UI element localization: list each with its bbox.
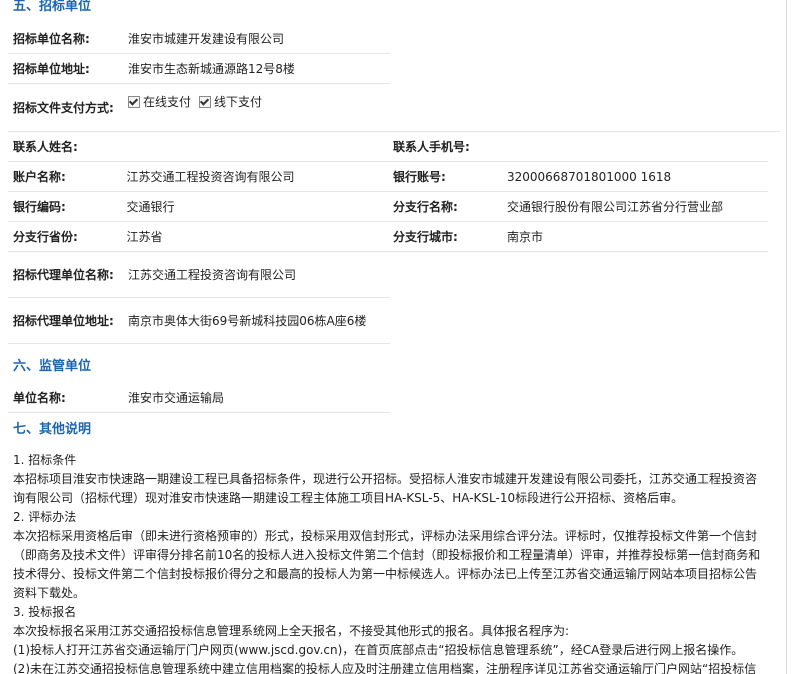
checkbox-checked-icon	[199, 95, 212, 108]
branch-province-cell: 分支行省份: 江苏省	[8, 228, 388, 246]
row-agent-name: 招标代理单位名称: 江苏交通工程投资咨询有限公司	[8, 252, 390, 298]
branch-name-cell: 分支行名称: 交通银行股份有限公司江苏省分行营业部	[388, 198, 723, 216]
desc-line: 1. 招标条件	[13, 453, 77, 467]
scrollbar-track[interactable]	[786, 0, 787, 674]
label-bank-code: 银行编码:	[13, 199, 66, 214]
label-tenderer-name: 招标单位名称:	[13, 31, 90, 46]
contact-phone-cell: 联系人手机号:	[388, 138, 507, 156]
value-account-no: 32000668701801000 1618	[507, 169, 672, 184]
label-account-name: 账户名称:	[13, 169, 66, 184]
section-title-tenderer: 五、招标单位	[13, 0, 92, 14]
desc-line: 本招标项目淮安市快速路一期建设工程已具备招标条件，现进行公开招标。受招标人淮安市…	[13, 472, 758, 486]
desc-line: 本次投标报名采用江苏交通招投标信息管理系统网上全天报名，不接受其他形式的报名。具…	[13, 624, 570, 638]
row-tenderer-name: 招标单位名称: 淮安市城建开发建设有限公司	[8, 24, 390, 54]
desc-line: 技术得分、投标文件第二个信封投标报价得分之和最高的投标人为第一中标候选人。评标办…	[13, 567, 758, 581]
checkbox-checked-icon	[128, 95, 140, 108]
online-pay-checkbox[interactable]: 在线支付	[128, 93, 191, 111]
label-supervisor-name: 单位名称:	[13, 390, 66, 405]
row-bank-code: 银行编码: 交通银行 分支行名称: 交通银行股份有限公司江苏省分行营业部	[8, 192, 768, 222]
section-title-supervisor: 六、监管单位	[13, 359, 92, 374]
row-contact: 联系人姓名: 联系人手机号:	[8, 132, 768, 162]
offline-pay-label: 线下支付	[214, 94, 263, 109]
label-tenderer-addr: 招标单位地址:	[13, 61, 90, 76]
notice-page: 五、招标单位 招标单位名称: 淮安市城建开发建设有限公司 招标单位地址: 淮安市…	[8, 0, 780, 674]
account-no-cell: 银行账号: 32000668701801000 1618	[388, 168, 671, 186]
row-agent-addr: 招标代理单位地址: 南京市奥体大街69号新城科技园06栋A座6楼	[8, 298, 390, 344]
row-branch-location: 分支行省份: 江苏省 分支行城市: 南京市	[8, 222, 768, 252]
desc-line: 询有限公司（招标代理）现对淮安市快速路一期建设工程主体施工项目HA-KSL-5、…	[13, 491, 684, 505]
label-branch-city: 分支行城市:	[393, 229, 458, 244]
value-tenderer-name: 淮安市城建开发建设有限公司	[128, 31, 285, 46]
row-account: 账户名称: 江苏交通工程投资咨询有限公司 银行账号: 3200066870180…	[8, 162, 768, 192]
value-bank-code: 交通银行	[126, 199, 175, 214]
account-name-cell: 账户名称: 江苏交通工程投资咨询有限公司	[8, 168, 388, 186]
label-pay-method: 招标文件支付方式:	[13, 100, 114, 115]
value-branch-province: 江苏省	[126, 229, 163, 244]
label-contact-phone: 联系人手机号:	[393, 139, 470, 154]
bank-code-cell: 银行编码: 交通银行	[8, 198, 388, 216]
contact-name-cell: 联系人姓名:	[8, 138, 388, 156]
label-agent-addr: 招标代理单位地址:	[13, 313, 114, 328]
desc-line: (1)投标人打开江苏省交通运输厅门户网页(www.jscd.gov.cn)，在首…	[13, 643, 744, 657]
desc-line: 资料下载处。	[13, 586, 86, 600]
value-agent-addr: 南京市奥体大街69号新城科技园06栋A座6楼	[128, 313, 367, 328]
value-supervisor-name: 淮安市交通运输局	[128, 390, 225, 405]
other-description: 1. 招标条件 本招标项目淮安市快速路一期建设工程已具备招标条件，现进行公开招标…	[8, 451, 780, 674]
desc-line: 本次招标采用资格后审（即未进行资格预审的）形式，投标采用双信封形式，评标办法采用…	[13, 529, 758, 543]
desc-line: (2)未在江苏交通招投标信息管理系统中建立信用档案的投标人应及时注册建立信用档案…	[13, 662, 757, 674]
label-branch-province: 分支行省份:	[13, 229, 78, 244]
row-tenderer-addr: 招标单位地址: 淮安市生态新城通源路12号8楼	[8, 54, 390, 84]
value-branch-name: 交通银行股份有限公司江苏省分行营业部	[507, 199, 724, 214]
label-contact-name: 联系人姓名:	[13, 139, 78, 154]
row-supervisor: 单位名称: 淮安市交通运输局	[8, 383, 390, 413]
desc-line: 3. 投标报名	[13, 605, 77, 619]
section-title-other: 七、其他说明	[13, 422, 92, 437]
desc-line: （即商务及技术文件）评审得分排名前10名的投标人进入投标文件第二个信封（即投标报…	[13, 548, 761, 562]
value-branch-city: 南京市	[507, 229, 544, 244]
value-agent-name: 江苏交通工程投资咨询有限公司	[128, 267, 297, 282]
label-account-no: 银行账号:	[393, 169, 446, 184]
label-agent-name: 招标代理单位名称:	[13, 267, 114, 282]
value-account-name: 江苏交通工程投资咨询有限公司	[126, 169, 295, 184]
label-branch-name: 分支行名称:	[393, 199, 458, 214]
pay-options: 在线支付 线下支付	[118, 93, 270, 111]
online-pay-label: 在线支付	[143, 94, 192, 109]
value-tenderer-addr: 淮安市生态新城通源路12号8楼	[128, 61, 295, 76]
branch-city-cell: 分支行城市: 南京市	[388, 228, 543, 246]
desc-line: 2. 评标办法	[13, 510, 77, 524]
row-pay-method: 招标文件支付方式: 在线支付 线下支付	[8, 84, 780, 132]
offline-pay-checkbox[interactable]: 线下支付	[199, 93, 262, 111]
